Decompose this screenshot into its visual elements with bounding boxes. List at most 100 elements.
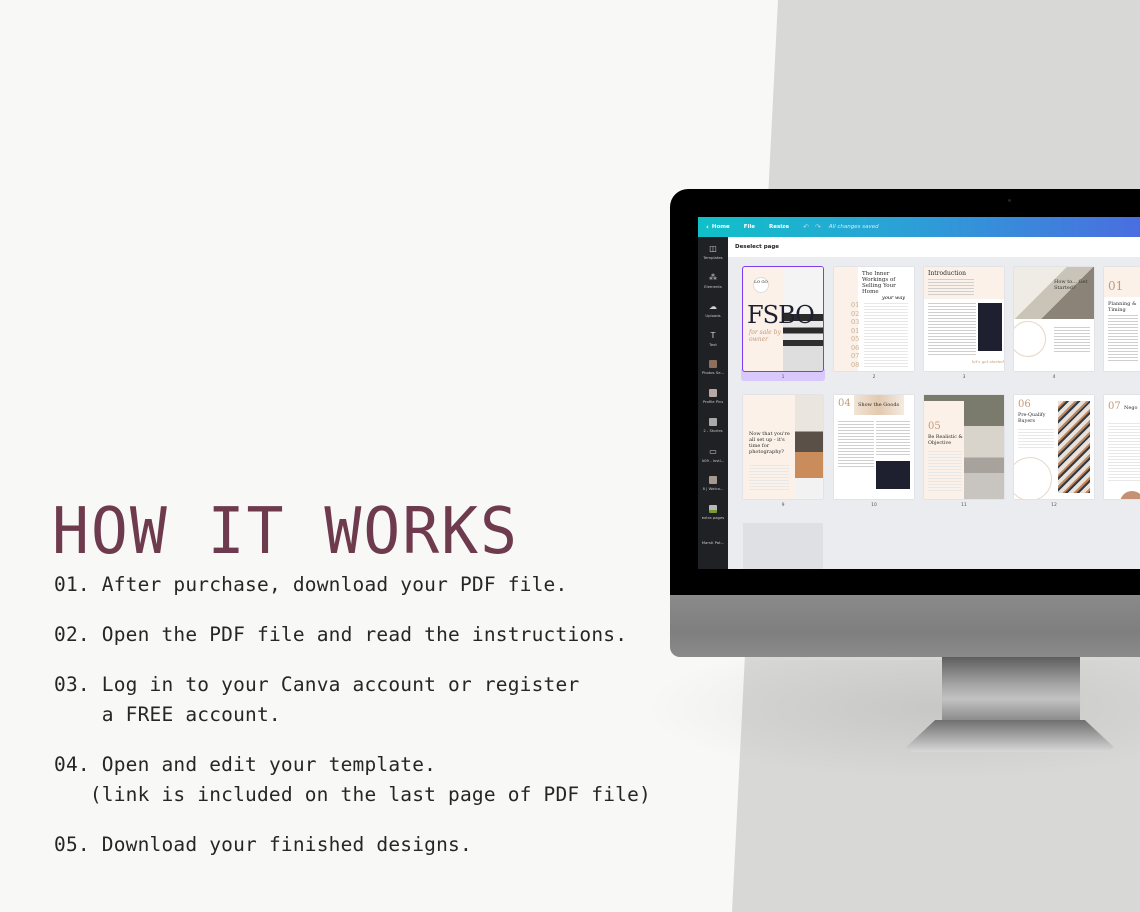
page-number: 4 bbox=[1052, 375, 1056, 380]
sidebar-label: Uploads bbox=[705, 312, 721, 318]
logo-badge: LO GO bbox=[753, 277, 769, 293]
page-grid: LO GO FSBO for sale by owner 1 The Inner… bbox=[728, 257, 1140, 569]
page-thumbnail-4[interactable]: How to... Get Started? bbox=[1014, 267, 1094, 371]
chapter-number: 04 bbox=[838, 398, 851, 409]
step-text: Download your finished designs. bbox=[101, 833, 472, 856]
step-text-continued: (link is included on the last page of PD… bbox=[54, 783, 651, 806]
step-2: 02. Open the PDF file and read the instr… bbox=[54, 620, 734, 650]
sidebar-item-uploads[interactable]: ☁ Uploads bbox=[698, 295, 728, 324]
editor-subbar: Deselect page bbox=[728, 237, 1140, 257]
page-thumbnail-12[interactable]: 06 Pre-Qualify Buyers bbox=[1014, 395, 1094, 499]
home-button[interactable]: ‹ Home bbox=[706, 223, 730, 231]
folder-thumb-icon bbox=[709, 389, 717, 397]
monitor-stand-base bbox=[906, 720, 1114, 752]
step-text: Log in to your Canva account or register bbox=[101, 673, 580, 696]
step-1: 01. After purchase, download your PDF fi… bbox=[54, 570, 734, 600]
sidebar-label: 2 - Stories bbox=[703, 428, 723, 433]
folder-thumb-icon bbox=[709, 418, 717, 426]
editor-topbar: ‹ Home File Resize ↶ ↷ All changes saved bbox=[698, 217, 1140, 237]
sidebar-label: Marsti Pat... bbox=[701, 540, 725, 545]
steps-list: 01. After purchase, download your PDF fi… bbox=[54, 570, 734, 880]
home-label: Home bbox=[711, 224, 730, 230]
sidebar-item-elements[interactable]: ⁂ Elements bbox=[698, 266, 728, 295]
step-text-continued: a FREE account. bbox=[54, 703, 281, 726]
page-thumbnail-10[interactable]: 04 Show the Goods bbox=[834, 395, 914, 499]
resize-button[interactable]: Resize bbox=[769, 224, 789, 230]
chapter-number: 01 bbox=[1108, 279, 1124, 293]
body-text bbox=[876, 421, 910, 457]
page-thumbnail-11[interactable]: 05 Be Realistic & Objective bbox=[924, 395, 1004, 499]
chapter-number: 05 bbox=[928, 421, 941, 432]
page-title: Nego bbox=[1124, 405, 1138, 411]
step-3: 03. Log in to your Canva account or regi… bbox=[54, 670, 734, 730]
page-thumbnail-1[interactable]: LO GO FSBO for sale by owner bbox=[742, 266, 824, 372]
page-title: The Inner Workings of Selling Your Home bbox=[862, 271, 896, 295]
sidebar-item-stories[interactable]: 2 - Stories bbox=[698, 411, 728, 440]
page-thumbnail-3[interactable]: Introduction let's get started bbox=[924, 267, 1004, 371]
decorative-arc bbox=[1014, 457, 1052, 499]
step-text: Open and edit your template. bbox=[101, 753, 437, 776]
body-text bbox=[928, 279, 974, 297]
page-title: Pre-Qualify Buyers bbox=[1018, 413, 1046, 424]
logo-text: LO GO bbox=[754, 279, 768, 284]
camera-icon bbox=[1008, 199, 1011, 202]
sidebar-item-text[interactable]: T Text bbox=[698, 324, 728, 353]
sidebar-item-photos[interactable]: Photos Se... bbox=[698, 353, 728, 382]
file-label: File bbox=[743, 224, 755, 230]
sidebar-label: A09 - Insti... bbox=[701, 457, 725, 463]
body-text bbox=[1018, 429, 1054, 449]
page-script: for sale by owner bbox=[749, 329, 781, 343]
save-status: All changes saved bbox=[828, 224, 879, 230]
page-title: Be Realistic & Objective bbox=[928, 435, 963, 446]
folder-thumb-icon bbox=[709, 360, 717, 368]
page-title: Planning & Timing bbox=[1108, 301, 1137, 313]
page-photo bbox=[1058, 401, 1090, 493]
toc-lines bbox=[864, 303, 908, 367]
step-number: 04. bbox=[54, 753, 90, 776]
step-number: 03. bbox=[54, 673, 90, 696]
page-thumbnail-2[interactable]: The Inner Workings of Selling Your Home … bbox=[834, 267, 914, 371]
how-it-works-heading: HOW IT WORKS bbox=[52, 495, 519, 569]
sidebar-label: Profile Pics bbox=[702, 399, 724, 404]
sidebar-item-profile-pics[interactable]: Profile Pics bbox=[698, 382, 728, 411]
add-page-placeholder[interactable] bbox=[743, 523, 823, 569]
page-number: 3 bbox=[962, 375, 966, 380]
elements-icon: ⁂ bbox=[709, 272, 717, 282]
page-number: 1 bbox=[781, 375, 785, 380]
resize-label: Resize bbox=[769, 224, 790, 230]
redo-icon[interactable]: ↷ bbox=[815, 223, 821, 231]
decorative-circle bbox=[1120, 491, 1140, 499]
deselect-page-button[interactable]: Deselect page bbox=[735, 244, 779, 250]
folder-icon: ▭ bbox=[709, 446, 717, 456]
file-menu-button[interactable]: File bbox=[744, 224, 755, 230]
sidebar-item-a09[interactable]: ▭ A09 - Insti... bbox=[698, 440, 728, 469]
page-script: let's get started bbox=[972, 359, 1004, 364]
callout-box bbox=[876, 461, 910, 489]
sidebar-label: Elements bbox=[704, 283, 722, 289]
undo-icon[interactable]: ↶ bbox=[803, 223, 809, 231]
page-title: How to... Get Started? bbox=[1054, 279, 1088, 291]
text-icon: T bbox=[710, 330, 716, 340]
page-title: Show the Goods bbox=[858, 402, 900, 408]
sidebar-item-extra-pages[interactable]: extra pages bbox=[698, 498, 728, 527]
step-4: 04. Open and edit your template. (link i… bbox=[54, 750, 734, 810]
page-number: 2 bbox=[872, 375, 876, 380]
body-text bbox=[838, 421, 874, 469]
step-5: 05. Download your finished designs. bbox=[54, 830, 734, 860]
body-text bbox=[1054, 327, 1090, 353]
monitor-chin bbox=[670, 595, 1140, 657]
page-thumbnail-5[interactable]: 01 Planning & Timing bbox=[1104, 267, 1140, 371]
sidebar-label: extra pages bbox=[701, 515, 725, 520]
page-title: Introduction bbox=[928, 270, 966, 277]
sidebar-item-welcome[interactable]: 8 | Welco... bbox=[698, 469, 728, 498]
sidebar-label: Text bbox=[709, 341, 717, 347]
sidebar-label: Templates bbox=[703, 254, 723, 260]
sidebar-item-templates[interactable]: ◫ Templates bbox=[698, 237, 728, 266]
page-thumbnail-13[interactable]: 07 Nego bbox=[1104, 395, 1140, 499]
body-text bbox=[1108, 423, 1140, 483]
body-text bbox=[928, 303, 976, 355]
page-thumbnail-9[interactable]: Now that you're all set up - it's time f… bbox=[743, 395, 823, 499]
sidebar-item-marsti[interactable]: Marsti Pat... bbox=[698, 527, 728, 556]
chevron-left-icon: ‹ bbox=[706, 223, 709, 231]
step-number: 05. bbox=[54, 833, 90, 856]
